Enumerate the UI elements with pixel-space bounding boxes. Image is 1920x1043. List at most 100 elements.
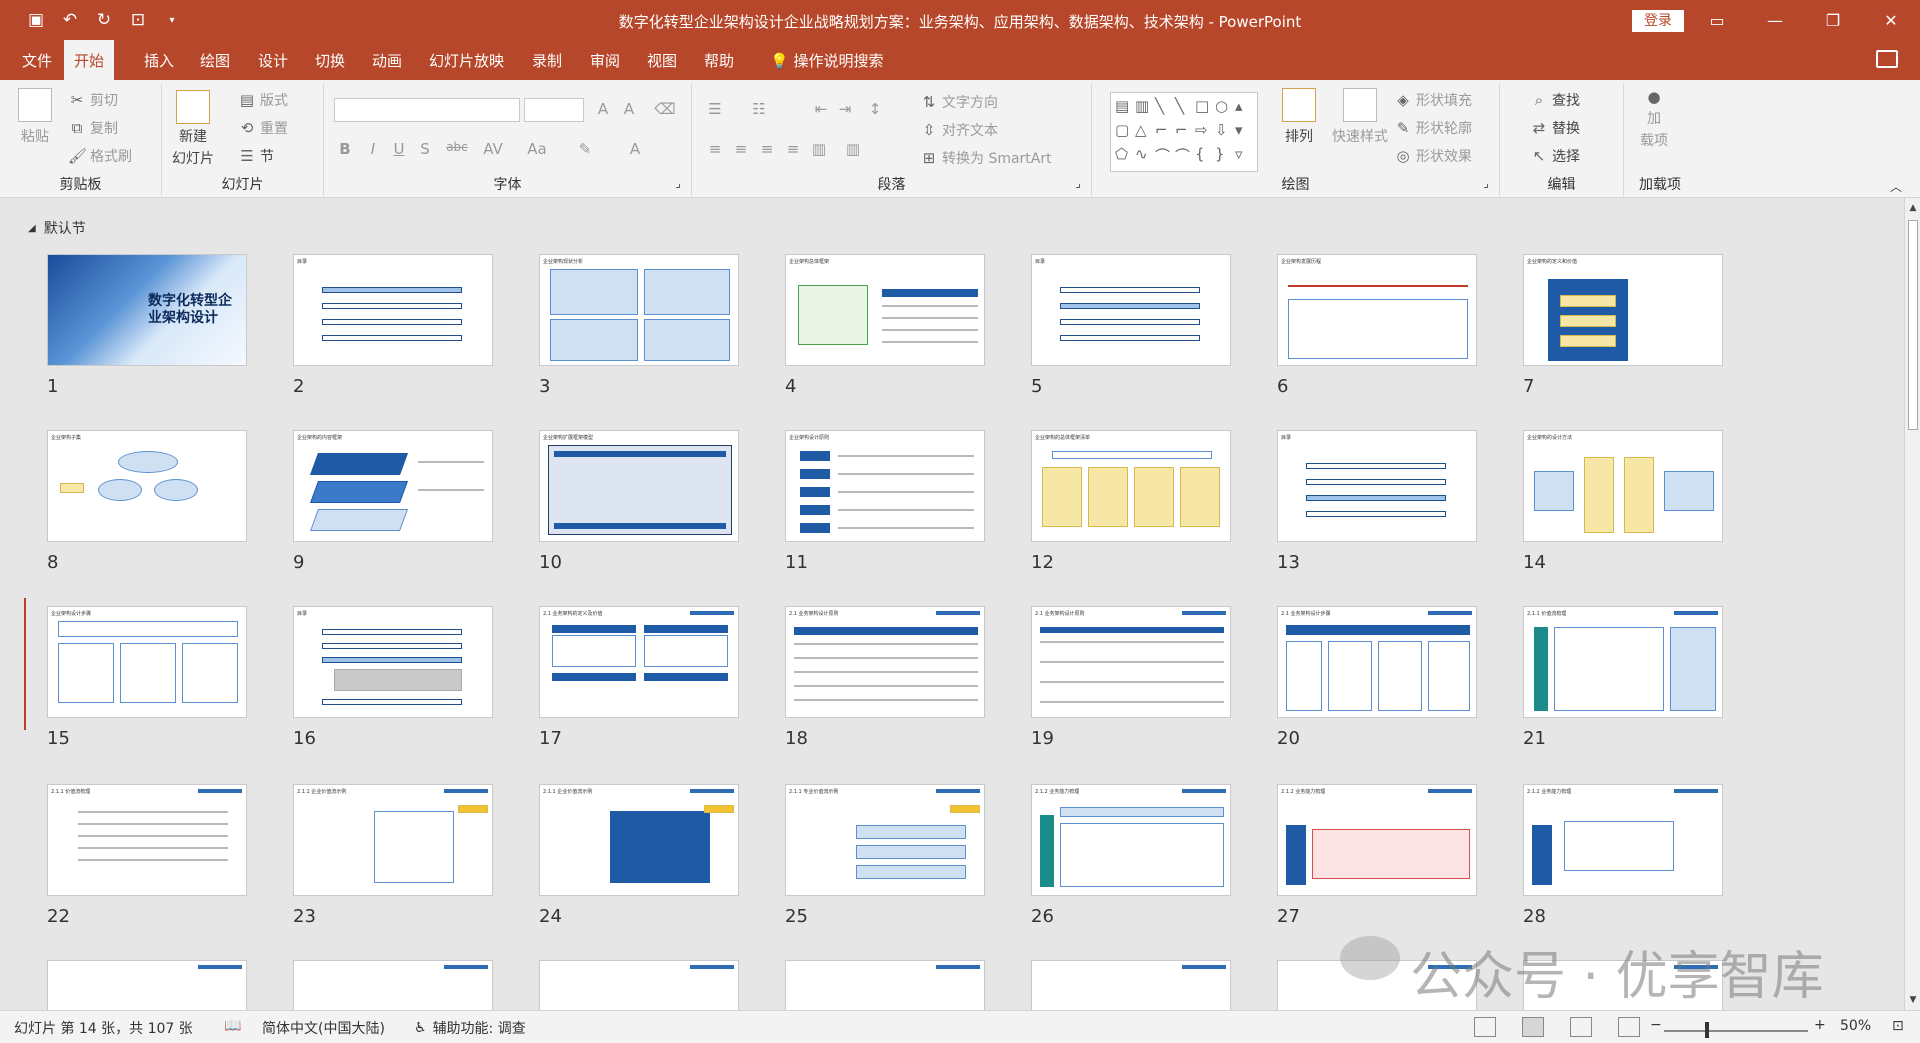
font-color-button[interactable]: A xyxy=(624,140,646,158)
triangle-icon[interactable]: △ xyxy=(1135,121,1155,145)
slide-thumbnail-3[interactable]: 企业架构现状分析 xyxy=(539,254,739,366)
shadow-button[interactable]: S xyxy=(414,140,436,158)
columns-icon[interactable]: ▥ xyxy=(842,140,864,158)
section-button[interactable]: ☰ 节 xyxy=(238,146,274,166)
arrow-right-icon[interactable]: ⇨ xyxy=(1195,121,1215,145)
rect-shape-icon[interactable]: □ xyxy=(1195,97,1215,121)
zoom-out-icon[interactable]: − xyxy=(1650,1017,1662,1033)
slide-thumbnail-16[interactable]: 目录 xyxy=(293,606,493,718)
accessibility-button[interactable]: ♿ 辅助功能: 调查 xyxy=(414,1018,526,1038)
tab-review[interactable]: 审阅 xyxy=(580,40,630,80)
more-shapes-icon[interactable]: ▿ xyxy=(1235,145,1255,169)
slide-thumbnail-5[interactable]: 目录 xyxy=(1031,254,1231,366)
brace-icon[interactable]: { xyxy=(1195,145,1215,169)
shape-outline-button[interactable]: ✎ 形状轮廓 xyxy=(1394,118,1472,138)
language-indicator[interactable]: 简体中文(中国大陆) xyxy=(262,1018,385,1038)
scroll-down-icon[interactable]: ▾ xyxy=(1235,121,1255,145)
align-text-button[interactable]: ⇳ 对齐文本 xyxy=(920,120,998,140)
increase-indent-icon[interactable]: ⇥ xyxy=(834,100,856,118)
replace-button[interactable]: ⇄ 替换 xyxy=(1530,118,1580,138)
bold-button[interactable]: B xyxy=(334,140,356,158)
dialog-launcher-icon[interactable]: ⌟ xyxy=(1075,176,1081,190)
slide-thumbnail-18[interactable]: 2.1 业务架构设计原则 xyxy=(785,606,985,718)
slide-thumbnail-29[interactable] xyxy=(47,960,247,1010)
justify-icon[interactable]: ≡ xyxy=(782,140,804,158)
shrink-font-icon[interactable]: A xyxy=(618,100,640,118)
slideshow-view-icon[interactable] xyxy=(1618,1017,1640,1037)
italic-button[interactable]: I xyxy=(362,140,384,158)
restore-ribbon-icon[interactable]: ▭ xyxy=(1694,0,1740,40)
slide-thumbnail-33[interactable] xyxy=(1031,960,1231,1010)
login-button[interactable]: 登录 xyxy=(1632,10,1684,32)
scroll-down-arrow-icon[interactable]: ▼ xyxy=(1905,992,1920,1008)
new-slide-button[interactable]: 新建 幻灯片 xyxy=(172,90,214,168)
slide-thumbnail-32[interactable] xyxy=(785,960,985,1010)
clear-format-icon[interactable]: ⌫ xyxy=(654,100,676,118)
reading-view-icon[interactable] xyxy=(1570,1017,1592,1037)
slide-thumbnail-13[interactable]: 目录 xyxy=(1277,430,1477,542)
tab-home[interactable]: 开始 xyxy=(64,40,115,80)
font-name-combo[interactable] xyxy=(334,98,520,122)
scroll-up-arrow-icon[interactable]: ▲ xyxy=(1905,200,1920,216)
slide-thumbnail-1[interactable]: 数字化转型企业架构设计 xyxy=(47,254,247,366)
save-icon[interactable]: ▣ xyxy=(22,6,50,34)
textbox-shape-icon[interactable]: ▥ xyxy=(1135,97,1155,121)
section-header[interactable]: ◢ 默认节 xyxy=(28,218,86,238)
slide-thumbnail-25[interactable]: 2.1.1 专业价值流示例 xyxy=(785,784,985,896)
strikethrough-button[interactable]: abc xyxy=(442,140,472,154)
font-size-combo[interactable] xyxy=(524,98,584,122)
shape-fill-button[interactable]: ◈ 形状填充 xyxy=(1394,90,1472,110)
align-center-icon[interactable]: ≡ xyxy=(730,140,752,158)
grow-font-icon[interactable]: A xyxy=(592,100,614,118)
zoom-in-icon[interactable]: + xyxy=(1814,1017,1826,1033)
curve-icon[interactable]: ⌒ xyxy=(1175,145,1195,169)
connector-icon[interactable]: ⌐ xyxy=(1155,121,1175,145)
slide-thumbnail-8[interactable]: 企业架构子集 xyxy=(47,430,247,542)
pentagon-icon[interactable]: ⬠ xyxy=(1115,145,1135,169)
paste-button[interactable]: 粘贴 xyxy=(18,88,52,146)
scrollbar-thumb[interactable] xyxy=(1908,220,1918,430)
tab-help[interactable]: 帮助 xyxy=(694,40,744,80)
bullets-icon[interactable]: ☰ xyxy=(704,100,726,118)
zoom-slider[interactable] xyxy=(1664,1030,1808,1032)
customize-icon[interactable]: ▾ xyxy=(158,6,186,34)
slide-thumbnail-2[interactable]: 目录 xyxy=(293,254,493,366)
arrange-button[interactable]: 排列 xyxy=(1282,88,1316,146)
maximize-icon[interactable]: ❐ xyxy=(1810,0,1856,40)
slide-thumbnail-11[interactable]: 企业架构设计原则 xyxy=(785,430,985,542)
tab-draw[interactable]: 绘图 xyxy=(190,40,240,80)
zoom-level[interactable]: 50% xyxy=(1840,1018,1871,1034)
slide-thumbnail-19[interactable]: 2.1 业务架构设计原则 xyxy=(1031,606,1231,718)
numbering-icon[interactable]: ☷ xyxy=(748,100,770,118)
find-button[interactable]: ⌕ 查找 xyxy=(1530,90,1580,110)
align-left-icon[interactable]: ≡ xyxy=(704,140,726,158)
arrow-down-icon[interactable]: ⇩ xyxy=(1215,121,1235,145)
slide-thumbnail-22[interactable]: 2.1.1 价值流梳理 xyxy=(47,784,247,896)
addins-button[interactable]: ● 加 载项 xyxy=(1640,88,1668,150)
line-spacing-icon[interactable]: ↕ xyxy=(864,100,886,118)
oval-shape-icon[interactable]: ○ xyxy=(1215,97,1235,121)
smartart-button[interactable]: ⊞ 转换为 SmartArt xyxy=(920,148,1052,168)
cut-button[interactable]: ✂ 剪切 xyxy=(68,90,118,110)
char-spacing-button[interactable]: AV xyxy=(478,140,508,158)
slide-thumbnail-30[interactable] xyxy=(293,960,493,1010)
shapes-gallery[interactable]: ▤ ▥ ╲ ╲ □ ○ ▴ ▢ △ ⌐ ⌐ ⇨ ⇩ ▾ ⬠ ∿ ⌒ ⌒{} ▿ xyxy=(1110,92,1258,172)
underline-button[interactable]: U xyxy=(388,140,410,158)
slide-sorter-view-icon[interactable] xyxy=(1522,1017,1544,1037)
textbox-shape-icon[interactable]: ▤ xyxy=(1115,97,1135,121)
reset-button[interactable]: ⟲ 重置 xyxy=(238,118,288,138)
slide-thumbnail-10[interactable]: 企业架构扩展框架模型 xyxy=(539,430,739,542)
redo-icon[interactable]: ↻ xyxy=(90,6,118,34)
slide-thumbnail-14[interactable]: 企业架构的设计方法 xyxy=(1523,430,1723,542)
quick-styles-button[interactable]: 快速样式 xyxy=(1332,88,1388,146)
vertical-scrollbar[interactable]: ▲ ▼ xyxy=(1904,198,1920,1010)
decrease-indent-icon[interactable]: ⇤ xyxy=(810,100,832,118)
freeform-icon[interactable]: ∿ xyxy=(1135,145,1155,169)
tab-slideshow[interactable]: 幻灯片放映 xyxy=(419,40,514,80)
tab-design[interactable]: 设计 xyxy=(248,40,298,80)
normal-view-icon[interactable] xyxy=(1474,1017,1496,1037)
connector-icon[interactable]: ⌐ xyxy=(1175,121,1195,145)
slide-thumbnail-7[interactable]: 企业架构的定义和价值 xyxy=(1523,254,1723,366)
text-direction-button[interactable]: ⇅ 文字方向 xyxy=(920,92,998,112)
scroll-up-icon[interactable]: ▴ xyxy=(1235,97,1255,121)
